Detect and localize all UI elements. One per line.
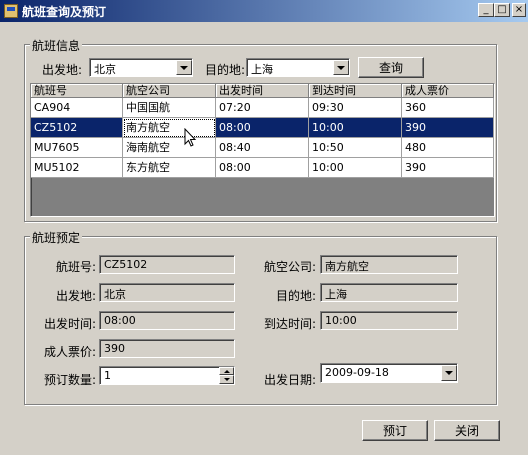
query-button[interactable]: 查询 bbox=[358, 57, 424, 78]
depart-date-label: 出发日期: bbox=[263, 373, 316, 387]
cell-price[interactable]: 480 bbox=[402, 138, 494, 158]
cell-arrive[interactable]: 10:50 bbox=[309, 138, 402, 158]
flight-info-group-title: 航班信息 bbox=[30, 37, 83, 54]
cell-flight-no[interactable]: MU5102 bbox=[31, 158, 123, 178]
depart-city-label: 出发地: bbox=[56, 289, 97, 303]
airline-field[interactable]: 南方航空 bbox=[320, 255, 458, 274]
quantity-spinner[interactable] bbox=[219, 367, 234, 384]
arrive-time-label: 到达时间: bbox=[263, 317, 316, 331]
cell-depart[interactable]: 08:00 bbox=[216, 118, 309, 138]
depart-city-field[interactable]: 北京 bbox=[99, 283, 235, 302]
depart-time-label: 出发时间: bbox=[43, 317, 96, 331]
close-button[interactable]: 关闭 bbox=[434, 420, 500, 441]
to-label: 目的地: bbox=[205, 63, 246, 77]
table-row[interactable]: CA904 中国国航 07:20 09:30 360 bbox=[31, 98, 494, 118]
chevron-down-icon[interactable] bbox=[219, 375, 234, 384]
cell-flight-no[interactable]: CA904 bbox=[31, 98, 123, 118]
maximize-button[interactable]: □ bbox=[494, 3, 510, 17]
grid-header: 航班号 航空公司 出发时间 到达时间 成人票价 bbox=[31, 84, 494, 98]
arrive-time-field[interactable]: 10:00 bbox=[320, 311, 458, 330]
depart-date-picker[interactable]: 2009-09-18 bbox=[320, 363, 458, 383]
cell-depart[interactable]: 08:00 bbox=[216, 158, 309, 178]
to-select-value: 上海 bbox=[251, 63, 273, 76]
column-header[interactable]: 航班号 bbox=[31, 84, 123, 98]
title-bar[interactable]: 航班查询及预订 _ □ × bbox=[0, 0, 528, 22]
cell-flight-no[interactable]: MU7605 bbox=[31, 138, 123, 158]
app-icon bbox=[4, 4, 18, 18]
cell-price[interactable]: 360 bbox=[402, 98, 494, 118]
from-label: 出发地: bbox=[42, 63, 83, 77]
column-header[interactable]: 航空公司 bbox=[123, 84, 216, 98]
price-field[interactable]: 390 bbox=[99, 339, 235, 358]
cell-airline[interactable]: 南方航空 bbox=[123, 118, 216, 138]
table-row-selected[interactable]: CZ5102 南方航空 08:00 10:00 390 bbox=[31, 118, 494, 138]
window-title: 航班查询及预订 bbox=[22, 5, 107, 19]
depart-time-field[interactable]: 08:00 bbox=[99, 311, 235, 330]
column-header[interactable]: 成人票价 bbox=[402, 84, 494, 98]
arrive-city-field[interactable]: 上海 bbox=[320, 283, 458, 302]
flight-no-field[interactable]: CZ5102 bbox=[99, 255, 235, 274]
cell-price[interactable]: 390 bbox=[402, 158, 494, 178]
column-header[interactable]: 到达时间 bbox=[309, 84, 402, 98]
cell-arrive[interactable]: 10:00 bbox=[309, 158, 402, 178]
minimize-button[interactable]: _ bbox=[478, 3, 494, 17]
quantity-label: 预订数量: bbox=[43, 373, 96, 387]
quantity-stepper[interactable]: 1 bbox=[99, 366, 235, 385]
cell-price[interactable]: 390 bbox=[402, 118, 494, 138]
mouse-cursor-icon bbox=[184, 128, 197, 147]
depart-date-value: 2009-09-18 bbox=[325, 366, 389, 379]
table-row[interactable]: MU5102 东方航空 08:00 10:00 390 bbox=[31, 158, 494, 178]
arrive-city-label: 目的地: bbox=[275, 289, 316, 303]
book-button[interactable]: 预订 bbox=[362, 420, 428, 441]
cell-airline[interactable]: 海南航空 bbox=[123, 138, 216, 158]
booking-group-title: 航班预定 bbox=[30, 229, 83, 246]
cell-airline[interactable]: 东方航空 bbox=[123, 158, 216, 178]
chevron-up-icon[interactable] bbox=[219, 367, 234, 375]
airline-label: 航空公司: bbox=[263, 260, 316, 274]
table-row[interactable]: MU7605 海南航空 08:40 10:50 480 bbox=[31, 138, 494, 158]
cell-airline[interactable]: 中国国航 bbox=[123, 98, 216, 118]
flight-no-label: 航班号: bbox=[56, 260, 97, 274]
from-select-value: 北京 bbox=[94, 63, 116, 76]
chevron-down-icon[interactable] bbox=[176, 60, 192, 75]
cell-flight-no[interactable]: CZ5102 bbox=[31, 118, 123, 138]
cell-depart[interactable]: 07:20 bbox=[216, 98, 309, 118]
cell-depart[interactable]: 08:40 bbox=[216, 138, 309, 158]
column-header[interactable]: 出发时间 bbox=[216, 84, 309, 98]
price-label: 成人票价: bbox=[43, 345, 96, 359]
chevron-down-icon[interactable] bbox=[333, 60, 349, 75]
cell-arrive[interactable]: 09:30 bbox=[309, 98, 402, 118]
cell-arrive[interactable]: 10:00 bbox=[309, 118, 402, 138]
calendar-dropdown-icon[interactable] bbox=[441, 365, 457, 381]
flight-grid[interactable]: 航班号 航空公司 出发时间 到达时间 成人票价 CA904 中国国航 07:20… bbox=[30, 83, 495, 217]
close-window-button[interactable]: × bbox=[512, 3, 526, 17]
